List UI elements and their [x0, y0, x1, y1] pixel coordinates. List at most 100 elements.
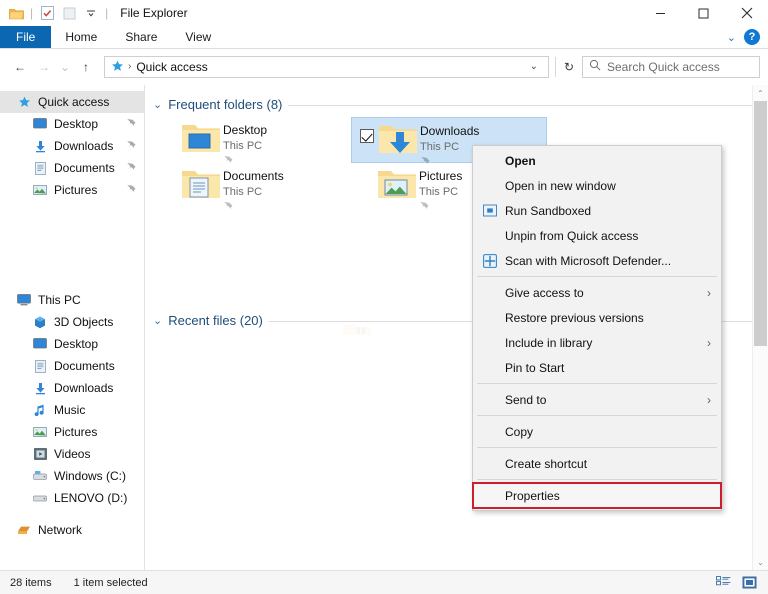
pin-icon [419, 200, 429, 214]
scroll-up-button[interactable]: ⌃ [753, 85, 768, 101]
minimize-button[interactable] [639, 0, 682, 26]
search-box[interactable]: Search Quick access [582, 56, 760, 78]
pin-icon[interactable] [126, 161, 136, 175]
sidebar-item-downloads[interactable]: Downloads [0, 135, 144, 157]
sidebar-item-pc-downloads[interactable]: Downloads [0, 377, 144, 399]
menu-label: Open in new window [505, 179, 616, 193]
sidebar-label: Windows (C:) [54, 469, 126, 483]
group-divider [288, 105, 758, 106]
sidebar-item-pictures[interactable]: Pictures [0, 179, 144, 201]
tab-view[interactable]: View [171, 26, 225, 48]
properties-icon[interactable] [37, 3, 57, 23]
folder-tile-desktop[interactable]: Desktop This PC [155, 117, 351, 163]
menu-item-unpin-from-quick-access[interactable]: Unpin from Quick access [473, 223, 721, 248]
group-title: Frequent folders (8) [168, 97, 282, 112]
menu-item-create-shortcut[interactable]: Create shortcut [473, 451, 721, 476]
folder-tile-documents[interactable]: Documents This PC [155, 163, 351, 209]
sidebar-item-network[interactable]: Network [0, 519, 144, 541]
menu-item-copy[interactable]: Copy [473, 419, 721, 444]
file-explorer-window: | | File Explorer [0, 0, 768, 594]
videos-icon [30, 448, 50, 460]
menu-item-send-to[interactable]: Send to › [473, 387, 721, 412]
menu-item-open[interactable]: Open [473, 148, 721, 173]
menu-item-pin-to-start[interactable]: Pin to Start [473, 355, 721, 380]
sidebar-item-pc-desktop[interactable]: Desktop [0, 333, 144, 355]
menu-item-give-access-to[interactable]: Give access to › [473, 280, 721, 305]
sidebar-item-pc-documents[interactable]: Documents [0, 355, 144, 377]
maximize-button[interactable] [682, 0, 725, 26]
status-item-count: 28 items [10, 577, 52, 589]
pin-icon[interactable] [126, 183, 136, 197]
sidebar-item-lenovo-d[interactable]: LENOVO (D:) [0, 487, 144, 509]
tile-checkbox[interactable] [360, 129, 374, 143]
chevron-down-icon[interactable]: ⌄ [153, 314, 162, 327]
context-menu: Open Open in new window Run Sandboxed Un… [472, 145, 722, 511]
chevron-right-icon: › [707, 336, 715, 350]
sidebar-item-music[interactable]: Music [0, 399, 144, 421]
sidebar-item-quick-access[interactable]: Quick access [0, 91, 144, 113]
sidebar-label: Network [38, 523, 82, 537]
address-dropdown-icon[interactable]: ⌄ [524, 61, 544, 72]
back-button[interactable]: ← [8, 55, 32, 79]
details-view-button[interactable] [714, 575, 732, 591]
help-icon[interactable]: ? [744, 29, 760, 45]
tab-file[interactable]: File [0, 26, 51, 48]
folder-icon[interactable] [6, 3, 26, 23]
sidebar-item-this-pc[interactable]: This PC [0, 289, 144, 311]
menu-label: Send to [505, 393, 546, 407]
sidebar-label: Videos [54, 447, 90, 461]
scrollbar-track[interactable] [753, 101, 768, 554]
sidebar-item-desktop[interactable]: Desktop [0, 113, 144, 135]
chevron-right-icon: › [707, 286, 715, 300]
pin-icon[interactable] [126, 139, 136, 153]
sidebar-item-windows-c[interactable]: Windows (C:) [0, 465, 144, 487]
tile-subtitle: This PC [419, 186, 458, 198]
tab-home[interactable]: Home [51, 26, 111, 48]
tile-meta: Desktop This PC [223, 121, 267, 169]
customize-chevron-icon[interactable] [81, 3, 101, 23]
group-header-frequent-folders[interactable]: ⌄ Frequent folders (8) [145, 85, 768, 113]
desktop-icon [30, 338, 50, 350]
this-pc-icon [14, 294, 34, 306]
quick-access-star-icon [109, 59, 125, 75]
refresh-button[interactable]: ↻ [556, 60, 582, 74]
scrollbar-thumb[interactable] [754, 101, 767, 346]
menu-item-include-in-library[interactable]: Include in library › [473, 330, 721, 355]
downloads-icon [30, 140, 50, 153]
menu-item-restore-previous-versions[interactable]: Restore previous versions [473, 305, 721, 330]
menu-item-scan-with-defender[interactable]: Scan with Microsoft Defender... [473, 248, 721, 273]
menu-label: Properties [505, 489, 560, 503]
sidebar-label: Pictures [54, 425, 97, 439]
nav-spacer [0, 201, 144, 289]
address-bar[interactable]: › Quick access ⌄ [104, 56, 549, 78]
menu-label: Copy [505, 425, 533, 439]
pin-icon[interactable] [126, 117, 136, 131]
chevron-down-icon[interactable]: ⌄ [723, 31, 740, 44]
qat-divider-1: | [28, 6, 35, 20]
scroll-down-button[interactable]: ⌄ [753, 554, 768, 570]
chevron-right-icon: › [707, 393, 715, 407]
pin-icon [223, 200, 233, 214]
3d-objects-icon [30, 316, 50, 329]
tab-share[interactable]: Share [111, 26, 171, 48]
menu-item-open-in-new-window[interactable]: Open in new window [473, 173, 721, 198]
breadcrumb[interactable]: Quick access [136, 60, 207, 74]
forward-button[interactable]: → [32, 55, 56, 79]
menu-item-run-sandboxed[interactable]: Run Sandboxed [473, 198, 721, 223]
sidebar-item-videos[interactable]: Videos [0, 443, 144, 465]
desktop-icon [30, 118, 50, 130]
sidebar-item-pc-pictures[interactable]: Pictures [0, 421, 144, 443]
menu-label: Pin to Start [505, 361, 564, 375]
new-folder-icon[interactable] [59, 3, 79, 23]
recent-locations-icon[interactable]: ⌄ [56, 55, 74, 79]
sidebar-item-3d-objects[interactable]: 3D Objects [0, 311, 144, 333]
chevron-down-icon[interactable]: ⌄ [153, 98, 162, 111]
vertical-scrollbar[interactable]: ⌃ ⌄ [752, 85, 768, 570]
up-button[interactable]: ↑ [74, 55, 98, 79]
close-button[interactable] [725, 0, 768, 26]
menu-label: Create shortcut [505, 457, 587, 471]
sidebar-item-documents[interactable]: Documents [0, 157, 144, 179]
menu-item-properties[interactable]: Properties [473, 483, 721, 508]
large-icons-view-button[interactable] [740, 575, 758, 591]
tile-subtitle: This PC [223, 140, 262, 152]
